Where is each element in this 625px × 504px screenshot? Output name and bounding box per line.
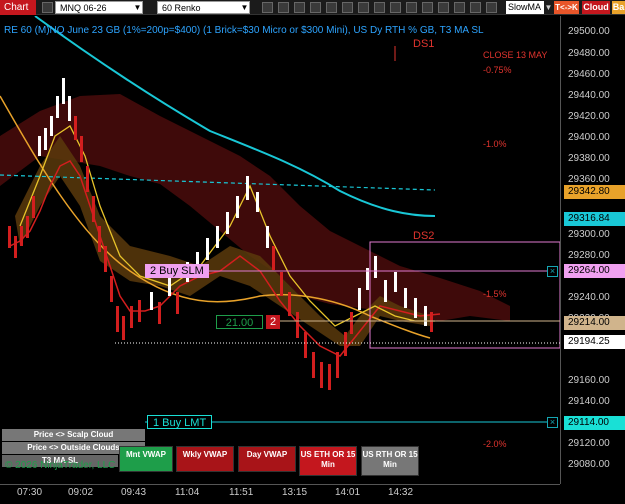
limit-price-input[interactable]: 21.00 xyxy=(216,315,263,329)
price-tick: 29280.00 xyxy=(568,250,610,261)
time-tick: 11:51 xyxy=(229,487,254,498)
time-tick: 14:32 xyxy=(388,487,414,498)
indicator-select[interactable]: SlowMA xyxy=(506,1,544,14)
price-tick: 29240.00 xyxy=(568,292,610,303)
buy-slm-price-marker: 29264.00 xyxy=(564,264,625,278)
ba-button[interactable]: Ba xyxy=(612,1,625,14)
chevron-down-icon[interactable]: ▼ xyxy=(543,1,554,14)
us-eth-or-button[interactable]: US ETH OR 15 Min xyxy=(299,446,357,476)
chart-title: RE 60 (M)NQ June 23 GB (1%=200p=$400) (1… xyxy=(4,25,484,36)
cloud-button[interactable]: Cloud xyxy=(582,1,610,14)
toolbar-icon[interactable] xyxy=(262,2,273,13)
wkly-vwap-button[interactable]: Wkly VWAP xyxy=(176,446,234,472)
toolbar-icon[interactable] xyxy=(342,2,353,13)
close-label: CLOSE 13 MAY xyxy=(483,50,548,60)
chart-menu-button[interactable]: Chart xyxy=(0,0,36,15)
toolbar-icon[interactable] xyxy=(358,2,369,13)
period-selector[interactable]: 60 Renko xyxy=(157,1,250,14)
time-tick: 14:01 xyxy=(335,487,361,498)
time-tick: 09:43 xyxy=(121,487,147,498)
toolbar-icon[interactable] xyxy=(486,2,497,13)
ds1-label: DS1 xyxy=(413,38,435,50)
toolbar-icon[interactable] xyxy=(390,2,401,13)
time-tick: 07:30 xyxy=(17,487,43,498)
ds2-label: DS2 xyxy=(413,230,435,242)
price-tick: 29360.00 xyxy=(568,174,610,185)
price-chart[interactable] xyxy=(0,16,560,484)
mnt-vwap-button[interactable]: Mnt VWAP xyxy=(119,446,173,472)
chevron-down-icon[interactable]: ▼ xyxy=(132,1,143,14)
price-tick: 29160.00 xyxy=(568,375,610,386)
toolbar-icon[interactable] xyxy=(422,2,433,13)
time-tick: 13:15 xyxy=(282,487,308,498)
pct-15-label: -1.5% xyxy=(483,289,507,299)
price-tick: 29480.00 xyxy=(568,48,610,59)
cancel-buy-slm-icon[interactable]: × xyxy=(547,266,558,277)
white-price-marker: 29194.25 xyxy=(564,335,625,349)
toolbar-icon[interactable] xyxy=(294,2,305,13)
price-tick: 29380.00 xyxy=(568,153,610,164)
chart-window: Chart MNQ 06-26 ▼ 60 Renko ▼ SlowMA ▼ T<… xyxy=(0,0,625,504)
instrument-selector[interactable]: MNQ 06-26 xyxy=(55,1,143,14)
buy-slm-order-tag[interactable]: 2 Buy SLM xyxy=(145,264,209,278)
price-tick: 29460.00 xyxy=(568,69,610,80)
day-vwap-button[interactable]: Day VWAP xyxy=(238,446,296,472)
pct-1-label: -1.0% xyxy=(483,139,507,149)
us-rth-or-button[interactable]: US RTH OR 15 Min xyxy=(361,446,419,476)
buy-lmt-price-marker: 29114.00 xyxy=(564,416,625,430)
time-tick: 11:04 xyxy=(175,487,200,498)
chart-toolbar: Chart MNQ 06-26 ▼ 60 Renko ▼ SlowMA ▼ T<… xyxy=(0,0,625,15)
cyan-ma-price-marker: 29316.84 xyxy=(564,212,625,226)
scalp-cloud-button[interactable]: Price <> Scalp Cloud xyxy=(2,429,145,441)
chevron-down-icon[interactable]: ▼ xyxy=(239,1,250,14)
pct-075-label: -0.75% xyxy=(483,65,512,75)
price-tick: 29500.00 xyxy=(568,26,610,37)
price-tick: 29400.00 xyxy=(568,132,610,143)
orange-ma-price-marker: 29342.80 xyxy=(564,185,625,199)
toolbar-icon[interactable] xyxy=(454,2,465,13)
cancel-buy-lmt-icon[interactable]: × xyxy=(547,417,558,428)
toolbar-icon[interactable] xyxy=(406,2,417,13)
copyright-notice: © 2026 NinjaTrader, LLC xyxy=(5,460,116,471)
buy-lmt-order-tag[interactable]: 1 Buy LMT xyxy=(147,415,213,429)
toolbar-icon[interactable] xyxy=(438,2,449,13)
price-tick: 29300.00 xyxy=(568,229,610,240)
toolbar-icon[interactable] xyxy=(310,2,321,13)
price-tick: 29420.00 xyxy=(568,111,610,122)
price-tick: 29440.00 xyxy=(568,90,610,101)
toolbar-icon[interactable] xyxy=(374,2,385,13)
last-price-marker: 29214.00 xyxy=(564,316,625,330)
price-tick: 29140.00 xyxy=(568,396,610,407)
toolbar-icon[interactable] xyxy=(278,2,289,13)
order-quantity-badge[interactable]: 2 xyxy=(266,315,280,329)
pct-2-label: -2.0% xyxy=(483,439,507,449)
toolbar-icon[interactable] xyxy=(326,2,337,13)
tck-button[interactable]: T<->K xyxy=(554,1,579,14)
toolbar-icon[interactable] xyxy=(470,2,481,13)
toolbar-icon[interactable] xyxy=(42,2,53,13)
price-tick: 29080.00 xyxy=(568,459,610,470)
time-tick: 09:02 xyxy=(68,487,94,498)
price-tick: 29120.00 xyxy=(568,438,610,449)
